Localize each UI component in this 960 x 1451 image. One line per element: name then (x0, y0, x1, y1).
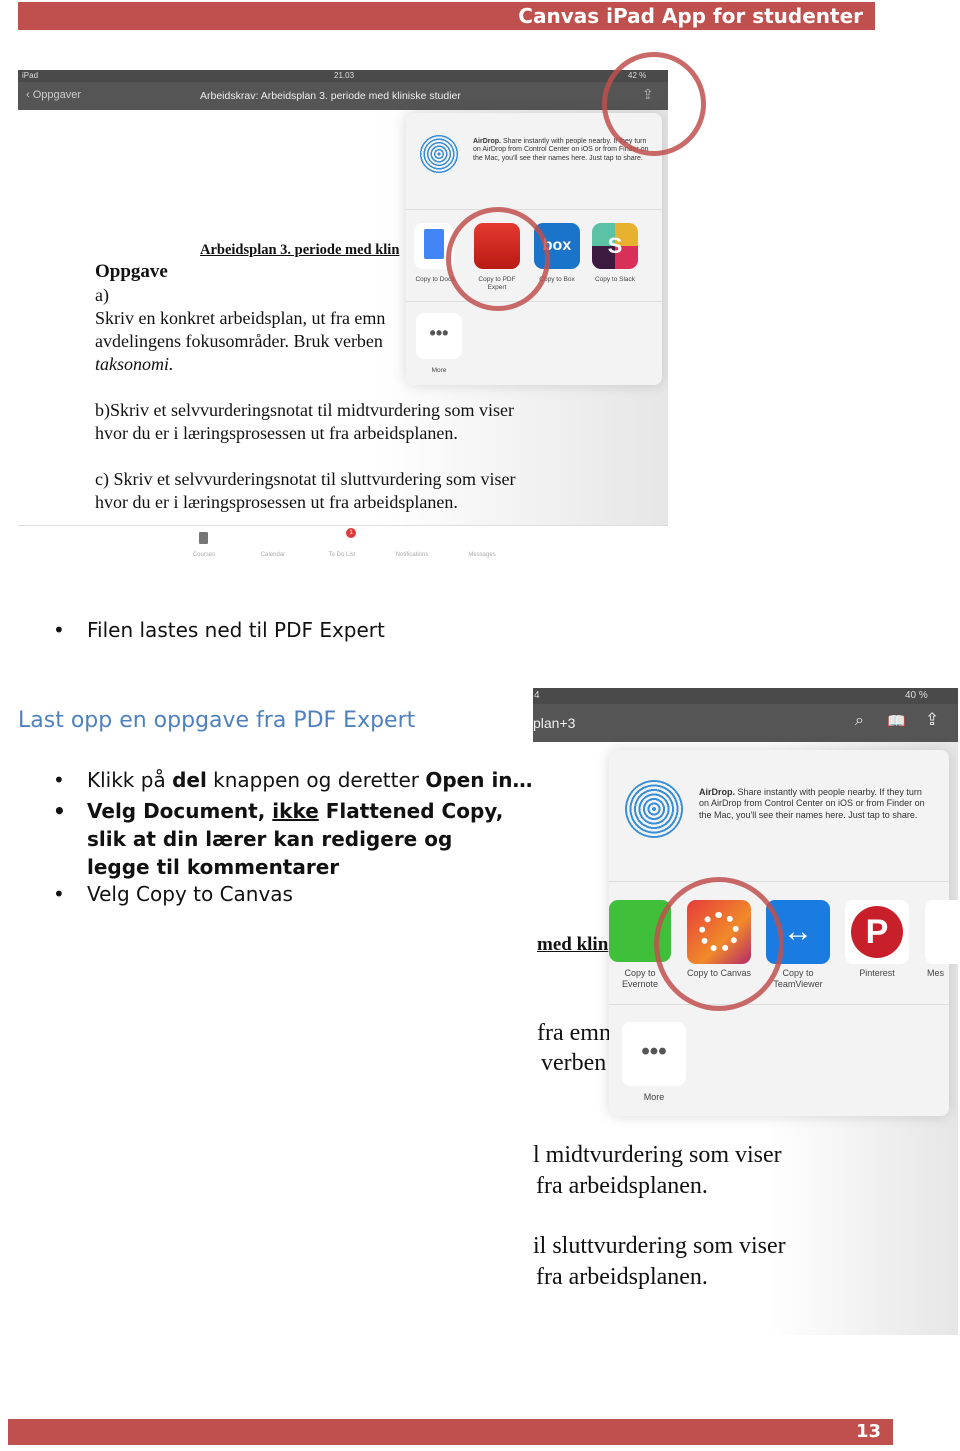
tab-notifications[interactable]: Notifications (382, 552, 442, 558)
airdrop-icon (418, 133, 460, 175)
bullet-text: Filen lastes ned til PDF Expert (53, 618, 385, 642)
doc-line: avdelingens fokusområder. Bruk verben (95, 331, 383, 351)
doc-line: hvor du er i læringsprosessen ut fra arb… (95, 492, 458, 512)
nav-bar: plan+3 ⌕ 📖 ⇪ (533, 704, 958, 742)
doc-line: b)Skriv et selvvurderingsnotat til midtv… (95, 400, 514, 420)
todo-badge: 1 (346, 528, 356, 538)
doc-heading: Oppgave (95, 261, 168, 282)
book-icon[interactable]: 📖 (887, 712, 906, 730)
tab-bar: Courses Calendar 1 To Do List Notificatio… (18, 525, 668, 565)
back-button[interactable]: ‹ Oppgaver (26, 89, 81, 101)
airdrop-text: AirDrop. Share instantly with people nea… (699, 787, 925, 820)
device-label: iPad (22, 71, 39, 80)
more-label: More (643, 1092, 665, 1102)
doc-line: verben (541, 1050, 607, 1076)
doc-line: taksonomi. (95, 354, 174, 374)
doc-line: fra arbeidsplanen. (536, 1264, 708, 1290)
slack-app-icon[interactable]: S (592, 223, 638, 269)
time-label: 4 (534, 690, 540, 701)
doc-line: l midtvurdering som viser (533, 1142, 782, 1168)
more-button[interactable]: ••• (622, 1022, 686, 1086)
page-header: Canvas iPad App for studenter (18, 2, 875, 30)
page-footer: 13 (8, 1419, 893, 1445)
doc-line: med klin (537, 934, 609, 955)
tab-messages[interactable]: Messages (452, 552, 512, 558)
status-bar: 4 40 % (533, 688, 958, 704)
doc-line: hvor du er i læringsprosessen ut fra arb… (95, 423, 458, 443)
tab-courses[interactable]: Courses (174, 532, 234, 558)
nav-title: Arbeidskrav: Arbeidsplan 3. periode med … (200, 90, 461, 102)
search-icon[interactable]: ⌕ (855, 712, 864, 730)
doc-title: Arbeidsplan 3. periode med klin (200, 242, 400, 258)
battery-label: 40 % (905, 690, 928, 701)
pinterest-app-icon[interactable]: P (845, 900, 909, 964)
back-label: Oppgaver (32, 89, 82, 101)
status-bar: iPad 21.03 42 % (18, 70, 668, 82)
doc-a: a) (95, 285, 109, 305)
tab-todo[interactable]: 1 To Do List (312, 528, 372, 558)
highlight-circle (654, 877, 784, 1011)
section-heading: Last opp en oppgave fra PDF Expert (18, 708, 416, 733)
highlight-circle (446, 207, 550, 311)
highlight-circle (602, 52, 706, 156)
bullet-text: Velg Copy to Canvas (53, 882, 293, 906)
nav-bar: ‹ Oppgaver Arbeidskrav: Arbeidsplan 3. p… (18, 82, 668, 110)
header-title: Canvas iPad App for studenter (518, 4, 863, 28)
more-label: More (431, 367, 447, 374)
app-label: Mes (927, 968, 945, 978)
share-icon[interactable]: ⇪ (925, 710, 939, 730)
app-label: Copy to Slack (594, 276, 636, 283)
doc-line: fra arbeidsplanen. (536, 1173, 708, 1199)
tab-calendar[interactable]: Calendar (243, 552, 303, 558)
doc-line: c) Skriv et selvvurderingsnotat til slut… (95, 469, 516, 489)
screenshot-canvas-share: iPad 21.03 42 % ‹ Oppgaver Arbeidskrav: … (18, 70, 668, 565)
doc-line: Skriv en konkret arbeidsplan, ut fra emn (95, 308, 386, 328)
app-label: Pinterest (859, 968, 895, 978)
messenger-app-icon[interactable] (925, 900, 958, 964)
page-number: 13 (855, 1421, 881, 1442)
more-button[interactable]: ••• (416, 313, 462, 359)
nav-title: plan+3 (533, 715, 576, 731)
bullet-text: Velg Document, ikke Flattened Copy, slik… (53, 797, 517, 881)
doc-line: fra emn (537, 1020, 611, 1046)
airdrop-icon (625, 780, 683, 838)
time-label: 21.03 (334, 71, 355, 80)
doc-line: il sluttvurdering som viser (533, 1233, 786, 1259)
bullet-text: Klikk på del knappen og deretter Open in… (53, 768, 533, 792)
screenshot-pdf-expert-share: 4 40 % plan+3 ⌕ 📖 ⇪ med klin fra emn ver… (533, 688, 958, 1335)
